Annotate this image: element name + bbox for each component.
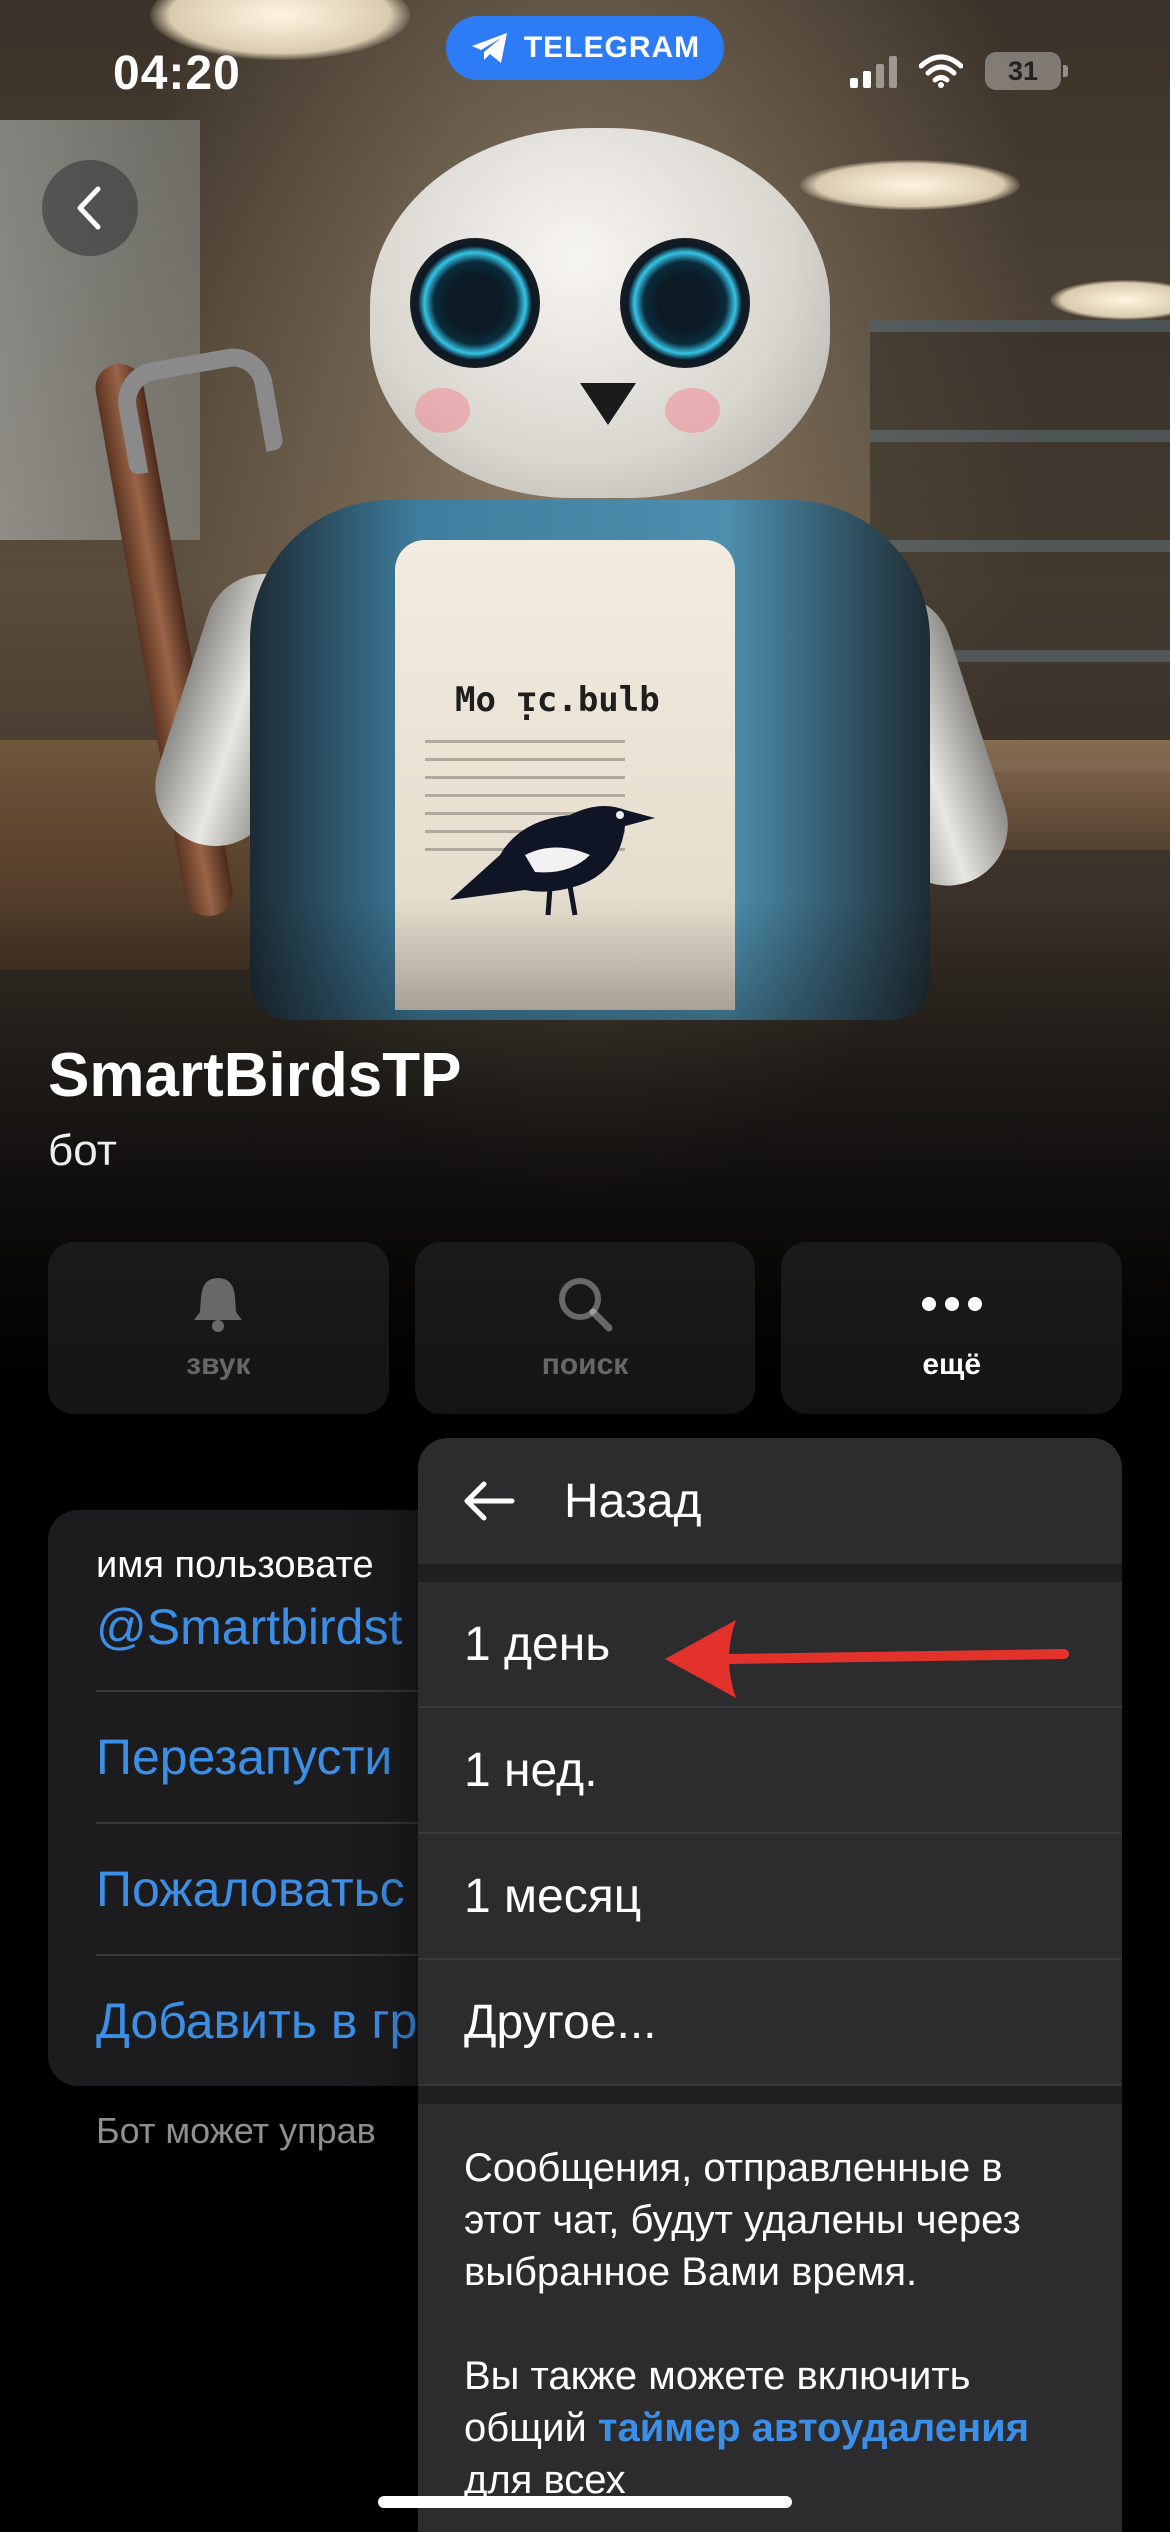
username-label: имя пользовате (96, 1544, 374, 1586)
menu-info-paragraph-2: Вы также можете включить общий таймер ав… (464, 2350, 1076, 2506)
robot-cheek (415, 388, 470, 433)
robot-cheek (665, 388, 720, 433)
apron-text: Mo ᴉc.bulb (455, 680, 660, 720)
robot-eye-left (410, 238, 540, 368)
sound-button[interactable]: звук (48, 1242, 389, 1414)
auto-delete-menu: Назад 1 день 1 нед. 1 месяц Другое... Со… (418, 1438, 1122, 2532)
auto-delete-timer-link[interactable]: таймер автоудаления (598, 2406, 1029, 2450)
menu-info-paragraph: Сообщения, отправленные в этот чат, буду… (464, 2146, 1021, 2294)
lamp (1050, 280, 1170, 320)
menu-info-text: Сообщения, отправленные в этот чат, буду… (418, 2104, 1122, 2532)
profile-actions: звук поиск ещё (48, 1242, 1123, 1414)
telegram-return-pill[interactable]: TELEGRAM (446, 16, 724, 80)
robot-head (370, 128, 830, 498)
profile-name: SmartBirdsTP (48, 1041, 462, 1110)
lamp (800, 160, 1020, 210)
magpie-icon (450, 806, 655, 916)
sound-button-label: звук (186, 1348, 251, 1381)
search-button[interactable]: поиск (414, 1242, 756, 1414)
search-button-label: поиск (541, 1348, 629, 1381)
arrow-left-icon (464, 1481, 515, 1521)
telegram-pill-label: TELEGRAM (523, 31, 701, 64)
more-button[interactable]: ещё (781, 1242, 1123, 1414)
status-icons: 31 (850, 52, 1068, 90)
username-link[interactable]: @Smartbirdst (96, 1598, 402, 1656)
telegram-icon (471, 33, 507, 63)
menu-item-1-week[interactable]: 1 нед. (418, 1708, 1122, 1834)
bot-footnote: Бот может управ (96, 2110, 376, 2151)
profile-type: бот (48, 1126, 117, 1175)
menu-item-other[interactable]: Другое... (418, 1960, 1122, 2086)
battery-level: 31 (1007, 55, 1039, 86)
cellular-signal-icon (850, 54, 897, 88)
bell-icon (194, 1278, 243, 1332)
robot-eye-right (620, 238, 750, 368)
wifi-icon (919, 54, 963, 88)
menu-back-button[interactable]: Назад (418, 1438, 1122, 1564)
menu-item-1-month[interactable]: 1 месяц (418, 1834, 1122, 1960)
menu-back-label: Назад (564, 1474, 702, 1528)
more-icon (921, 1297, 982, 1311)
menu-separator (418, 2086, 1122, 2104)
search-icon (559, 1278, 613, 1332)
red-arrow-annotation (665, 1620, 1069, 1698)
battery-icon: 31 (985, 52, 1068, 90)
chevron-left-icon (77, 186, 101, 230)
back-button[interactable] (42, 160, 138, 256)
home-indicator[interactable] (378, 2496, 792, 2508)
robot-beak (580, 383, 636, 425)
menu-separator (418, 1564, 1122, 1582)
more-button-label: ещё (922, 1348, 982, 1381)
status-time: 04:20 (113, 47, 241, 100)
